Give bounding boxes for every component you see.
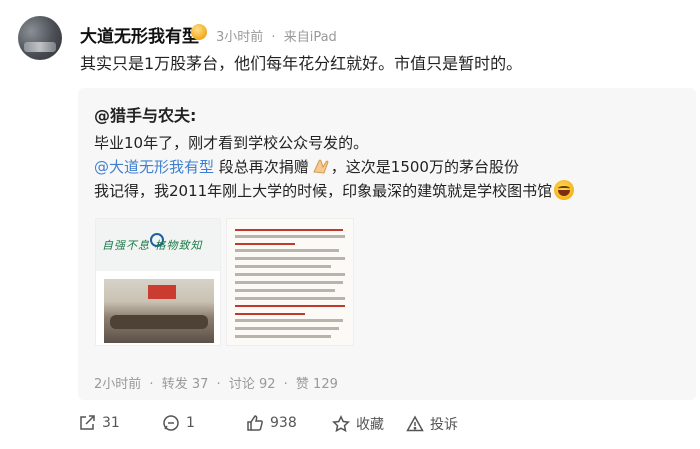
report-button[interactable]: 投诉 (406, 414, 458, 434)
clap-emoji-icon (313, 159, 329, 174)
post-text: 其实只是1万股茅台，他们每年花分红就好。市值只是暂时的。 (80, 54, 523, 73)
vip-badge-icon (191, 24, 207, 40)
underline-mark (235, 305, 345, 307)
text-line (235, 249, 339, 252)
photo-screen (148, 285, 176, 299)
comment-icon (163, 415, 179, 431)
text-line (235, 327, 339, 330)
share-count: 31 (102, 415, 120, 431)
comment-button[interactable]: 1 (162, 414, 195, 432)
quoted-line-1: 毕业10年了，刚才看到学校公众号发的。 (94, 134, 369, 152)
quoted-post[interactable]: @猎手与农夫: 毕业10年了，刚才看到学校公众号发的。 @大道无形我有型 段总再… (78, 88, 696, 400)
text-line (235, 335, 331, 338)
banner-text: 自强不息 格物致知 (102, 239, 203, 252)
text-line (235, 319, 343, 322)
share-button[interactable]: 31 (78, 414, 120, 432)
post-source: 来自iPad (283, 30, 337, 45)
quoted-author[interactable]: @猎手与农夫: (94, 102, 196, 126)
quoted-like[interactable]: 赞 129 (296, 377, 338, 392)
like-button[interactable]: 938 (246, 414, 297, 432)
meta-separator: · (271, 30, 276, 45)
quoted-image-2[interactable] (226, 218, 354, 346)
favorite-button[interactable]: 收藏 (332, 414, 384, 434)
like-count: 938 (270, 415, 297, 431)
quoted-line-3-text: 我记得，我2011年刚上大学的时候，印象最深的建筑就是学校图书馆 (94, 182, 553, 200)
text-line (235, 281, 343, 284)
quoted-line-2: @大道无形我有型 段总再次捐赠 ，这次是1500万的茅台股份 (94, 156, 519, 178)
favorite-label: 收藏 (356, 417, 384, 433)
stat-separator: · (216, 377, 221, 392)
avatar[interactable] (18, 16, 62, 60)
text-line (235, 297, 345, 300)
report-label: 投诉 (430, 417, 458, 433)
comment-count: 1 (186, 415, 195, 431)
quoted-line-2-mid: 段总再次捐赠 (214, 158, 309, 176)
quoted-stats: 2小时前 · 转发 37 · 讨论 92 · 赞 129 (94, 373, 342, 392)
quoted-line-2-end: ，这次是1500万的茅台股份 (330, 158, 519, 176)
photo-table (110, 315, 208, 329)
action-bar: 31 1 938 收藏 投诉 (0, 410, 700, 440)
laugh-emoji-icon (554, 180, 575, 200)
text-line (235, 265, 331, 268)
stat-separator: · (149, 377, 154, 392)
quoted-time: 2小时前 (94, 377, 142, 392)
star-icon (332, 415, 350, 433)
post-time: 3小时前 (216, 30, 264, 45)
text-line (235, 235, 345, 238)
share-icon (80, 415, 95, 430)
mention-link[interactable]: @大道无形我有型 (94, 158, 214, 176)
quoted-image-1[interactable]: 自强不息 格物致知 (95, 218, 221, 346)
post-meta: 3小时前 · 来自iPad (216, 26, 341, 45)
text-line (235, 289, 335, 292)
quoted-comment[interactable]: 讨论 92 (229, 377, 276, 392)
text-line (235, 257, 345, 260)
quoted-repost[interactable]: 转发 37 (162, 377, 209, 392)
meeting-photo (104, 279, 214, 343)
underline-mark (235, 229, 343, 231)
report-icon (406, 415, 424, 432)
quoted-line-3: 我记得，我2011年刚上大学的时候，印象最深的建筑就是学校图书馆 (94, 180, 575, 202)
text-line (235, 273, 345, 276)
stat-separator: · (283, 377, 288, 392)
underline-mark (235, 313, 305, 315)
underline-mark (235, 243, 295, 245)
like-icon (247, 415, 263, 431)
username[interactable]: 大道无形我有型 (80, 22, 199, 47)
